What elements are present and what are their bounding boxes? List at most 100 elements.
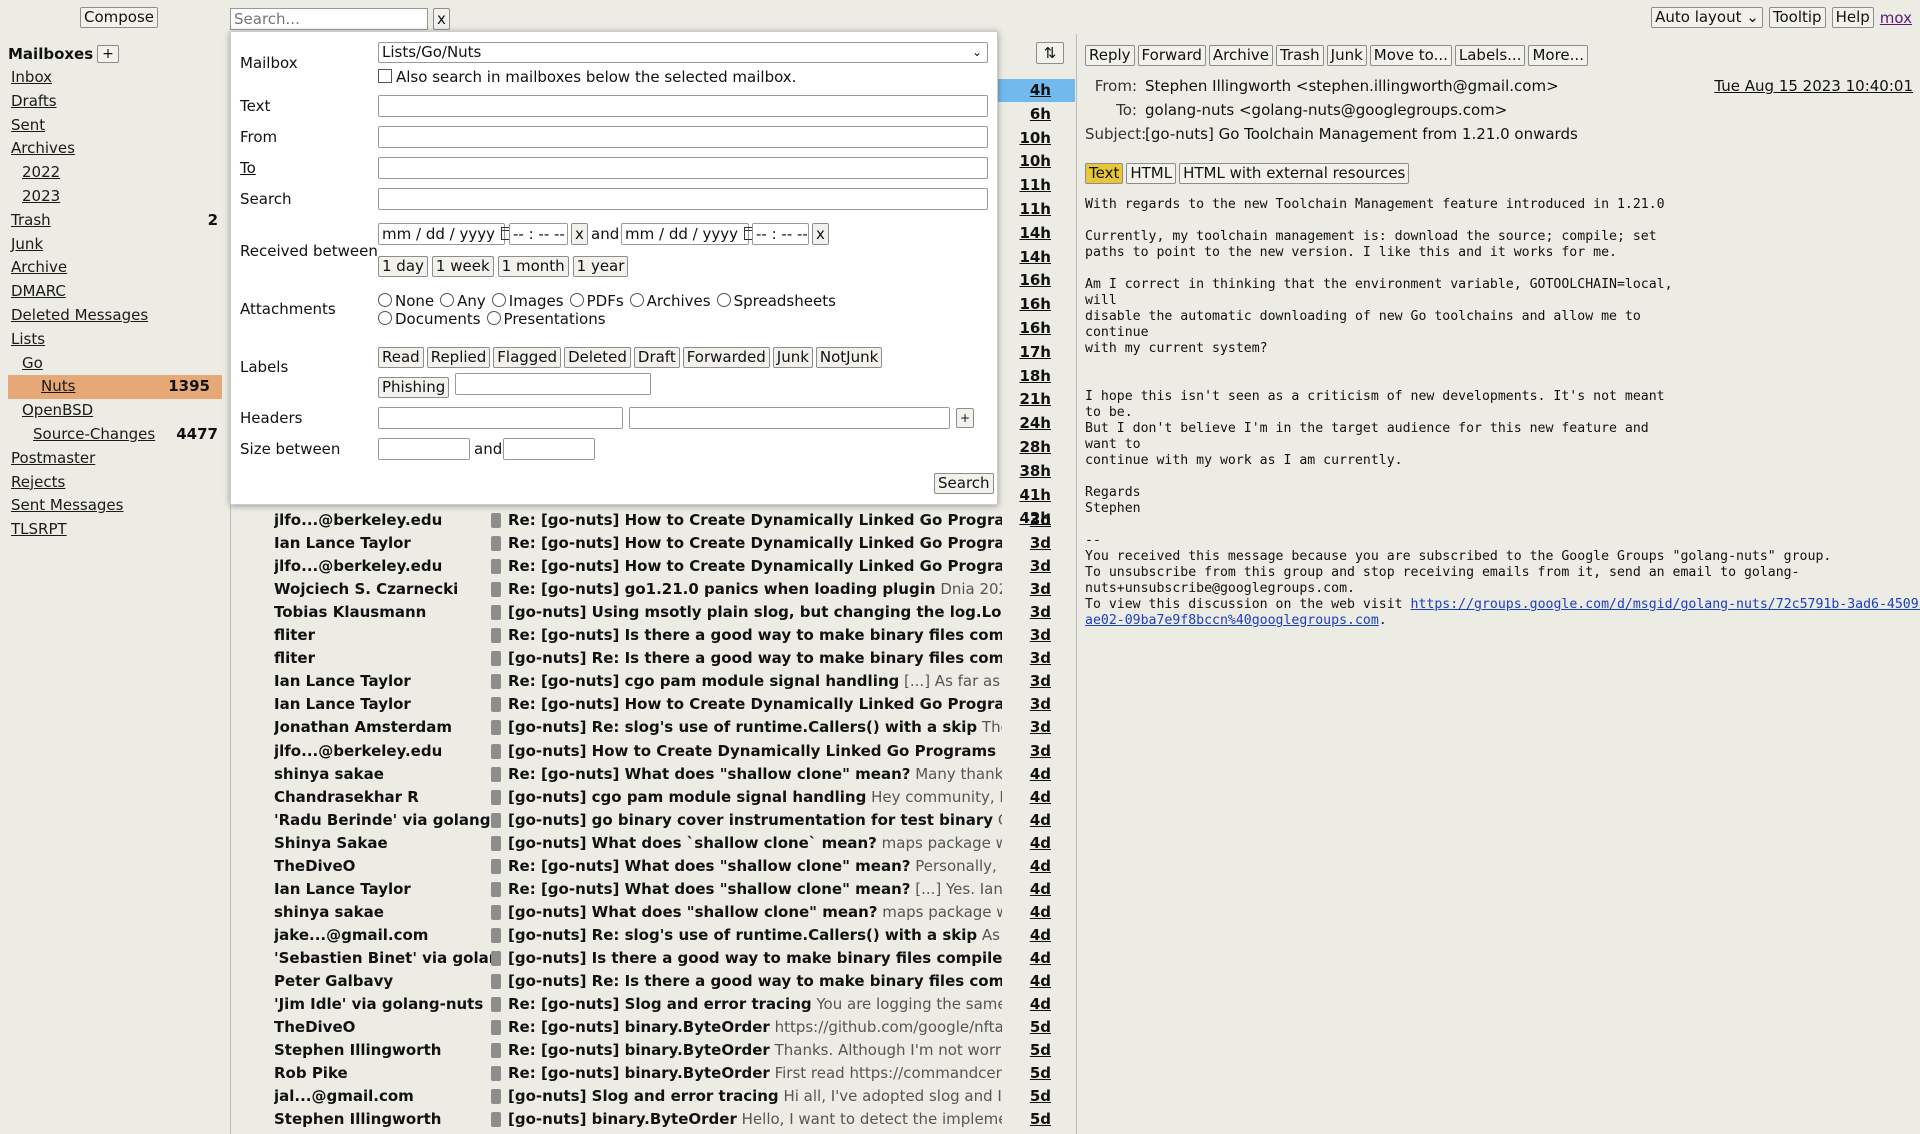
message-row[interactable]: Jonathan Amsterdam [go-nuts] Re: slog's u… [231, 716, 1075, 739]
message-age[interactable]: 28h [1011, 436, 1051, 459]
header-name-field[interactable] [378, 407, 623, 429]
action-button[interactable]: Trash [1276, 45, 1324, 66]
mailbox-item[interactable]: Sent Messages [0, 494, 230, 518]
search-input[interactable] [230, 8, 428, 30]
label-toggle-button[interactable]: NotJunk [815, 347, 883, 368]
mailbox-item[interactable]: Sent [0, 114, 230, 138]
message-row[interactable]: Chandrasekhar R [go-nuts] cgo pam module … [231, 786, 1075, 809]
received-end-date[interactable]: mm / dd / yyyy [621, 223, 758, 245]
message-age[interactable]: 6h [1011, 103, 1051, 126]
range-button[interactable]: 1 week [431, 256, 494, 277]
attachment-option[interactable]: Documents [378, 310, 481, 328]
thread-marker-icon[interactable] [491, 582, 501, 598]
message-age[interactable]: 4d [1011, 786, 1051, 809]
action-button[interactable]: Move to... [1369, 45, 1452, 66]
received-start-date[interactable]: mm / dd / yyyy [378, 223, 515, 245]
message-row[interactable]: Ian Lance Taylor Re: [go-nuts] cgo pam mo… [231, 670, 1075, 693]
thread-marker-icon[interactable] [491, 1112, 501, 1128]
message-row[interactable]: Shinya Sakae [go-nuts] What does `shallow… [231, 832, 1075, 855]
mailbox-item[interactable]: OpenBSD [0, 399, 230, 423]
message-row[interactable]: Peter Galbavy [go-nuts] Re: Is there a go… [231, 970, 1075, 993]
attachment-option[interactable]: Any [440, 292, 486, 310]
message-row[interactable]: jlfo...@berkeley.edu Re: [go-nuts] How to… [231, 555, 1075, 578]
attachment-option[interactable]: Presentations [486, 310, 606, 328]
thread-marker-icon[interactable] [491, 743, 501, 759]
radio-button[interactable] [491, 293, 506, 307]
thread-marker-icon[interactable] [491, 927, 501, 943]
received-start-time[interactable]: -- : -- -- [509, 223, 568, 245]
account-link[interactable]: mox [1880, 9, 1912, 27]
attachment-option[interactable]: Images [491, 292, 564, 310]
message-row[interactable]: jal...@gmail.com [go-nuts] Slog and error… [231, 1085, 1075, 1108]
clear-end-button[interactable]: x [812, 223, 829, 245]
header-value-field[interactable] [629, 407, 950, 429]
thread-marker-icon[interactable] [491, 720, 501, 736]
radio-button[interactable] [716, 293, 731, 307]
label-toggle-button[interactable]: Flagged [493, 347, 562, 368]
thread-marker-icon[interactable] [491, 881, 501, 897]
message-row[interactable]: Tobias Klausmann [go-nuts] Using msotly p… [231, 601, 1075, 624]
mailbox-item[interactable]: Postmaster [0, 447, 230, 471]
thread-marker-icon[interactable] [491, 950, 501, 966]
message-age[interactable]: 3d [1011, 693, 1051, 716]
message-age[interactable]: 3d [1011, 601, 1051, 624]
message-age[interactable]: 41h [1011, 484, 1051, 507]
message-row[interactable]: jlfo...@berkeley.edu Re: [go-nuts] How to… [231, 509, 1075, 532]
radio-button[interactable] [629, 293, 644, 307]
thread-marker-icon[interactable] [491, 697, 501, 713]
message-row[interactable]: shinya sakae Re: [go-nuts] What does "sha… [231, 763, 1075, 786]
text-field[interactable] [378, 95, 988, 117]
message-row[interactable]: Stephen Illingworth [go-nuts] binary.Byte… [231, 1108, 1075, 1131]
thread-marker-icon[interactable] [491, 904, 501, 920]
label-toggle-button[interactable]: Phishing [378, 377, 450, 398]
attachment-option[interactable]: Spreadsheets [716, 292, 836, 310]
message-age[interactable]: 4d [1011, 763, 1051, 786]
message-age[interactable]: 16h [1011, 269, 1051, 292]
message-age[interactable]: 5d [1011, 1108, 1051, 1131]
message-age[interactable]: 4d [1011, 855, 1051, 878]
mailbox-item[interactable]: Inbox [0, 66, 230, 90]
thread-marker-icon[interactable] [491, 513, 501, 528]
view-tab[interactable]: HTML with external resources [1179, 163, 1410, 184]
mailbox-item[interactable]: DMARC [0, 280, 230, 304]
thread-marker-icon[interactable] [491, 651, 501, 667]
message-age[interactable]: 3d [1011, 647, 1051, 670]
action-button[interactable]: Reply [1085, 45, 1135, 66]
mailbox-item[interactable]: Go [0, 352, 230, 376]
message-row[interactable]: Rob Pike Re: [go-nuts] binary.ByteOrder F… [231, 1062, 1075, 1085]
add-mailbox-button[interactable]: + [97, 45, 119, 63]
message-row[interactable]: Stephen Illingworth Re: [go-nuts] binary.… [231, 1039, 1075, 1062]
subtree-checkbox[interactable] [378, 69, 392, 83]
sort-button[interactable]: ⇅ [1036, 42, 1064, 64]
to-field[interactable] [378, 157, 988, 179]
message-age[interactable]: 5d [1011, 1016, 1051, 1039]
thread-marker-icon[interactable] [491, 974, 501, 989]
size-min-field[interactable] [378, 438, 470, 460]
mailbox-item[interactable]: Drafts [0, 90, 230, 114]
message-age[interactable]: 3d [1011, 509, 1051, 532]
label-toggle-button[interactable]: Junk [772, 347, 813, 368]
mailbox-select[interactable]: Lists/Go/Nuts ⌄ [378, 42, 988, 63]
message-age[interactable]: 24h [1011, 412, 1051, 435]
message-row[interactable]: 'Sebastien Binet' via golang-nuts [go-nut… [231, 947, 1075, 970]
range-button[interactable]: 1 day [378, 256, 428, 277]
message-age[interactable]: 14h [1011, 246, 1051, 269]
message-age[interactable]: 38h [1011, 460, 1051, 483]
compose-button[interactable]: Compose [80, 7, 159, 28]
message-age[interactable]: 4d [1011, 878, 1051, 901]
message-row[interactable]: fliter Re: [go-nuts] Is there a good way … [231, 624, 1075, 647]
action-button[interactable]: More... [1528, 45, 1588, 66]
message-age[interactable]: 4d [1011, 901, 1051, 924]
message-age[interactable]: 18h [1011, 365, 1051, 388]
message-row[interactable]: 'Radu Berinde' via golang-nuts [go-nuts] … [231, 809, 1075, 832]
message-row[interactable]: TheDiveO Re: [go-nuts] binary.ByteOrder h… [231, 1016, 1075, 1039]
attachment-option[interactable]: Archives [629, 292, 711, 310]
message-row[interactable]: Ian Lance Taylor Re: [go-nuts] How to Cre… [231, 693, 1075, 716]
action-button[interactable]: Forward [1137, 45, 1206, 66]
from-field[interactable] [378, 126, 988, 148]
message-row[interactable]: TheDiveO Re: [go-nuts] What does "shallow… [231, 855, 1075, 878]
radio-button[interactable] [486, 311, 501, 325]
message-age[interactable]: 16h [1011, 317, 1051, 340]
thread-marker-icon[interactable] [491, 858, 501, 874]
mailbox-item[interactable]: Archive [0, 256, 230, 280]
